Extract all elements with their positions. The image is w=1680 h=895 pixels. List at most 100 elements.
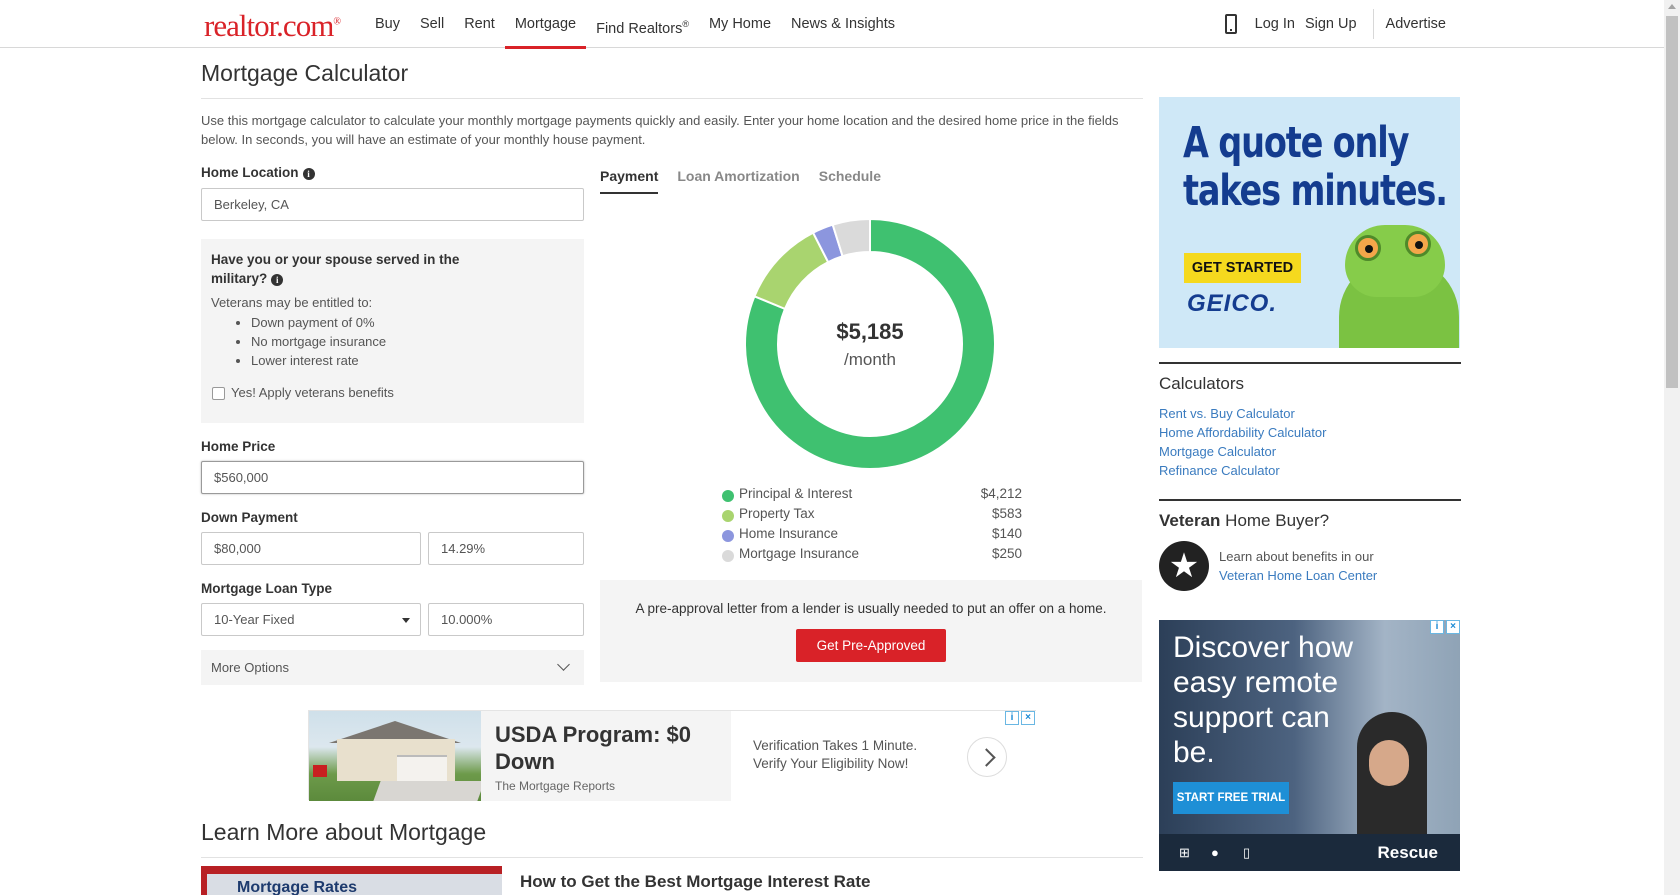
calculators-divider — [1159, 362, 1461, 364]
tab-schedule[interactable]: Schedule — [819, 168, 881, 194]
veteran-text-line: Learn about benefits in our — [1219, 549, 1374, 564]
donut-center-unit: /month — [844, 350, 896, 369]
gecko-head — [1345, 225, 1445, 297]
tab-loan-amortization[interactable]: Loan Amortization — [677, 168, 799, 194]
article-title-link[interactable]: How to Get the Best Mortgage Interest Ra… — [520, 872, 870, 892]
nav-buy[interactable]: Buy — [365, 0, 410, 48]
home-price-label: Home Price — [201, 439, 276, 454]
home-location-label: Home Location i — [201, 165, 315, 180]
star-icon: ★ — [1159, 541, 1209, 591]
legend-dot-mortgage-insurance — [722, 550, 734, 562]
geico-ad[interactable]: A quote only takes minutes. GET STARTED … — [1159, 97, 1460, 348]
nav-find-realtors[interactable]: Find Realtors® — [586, 0, 699, 48]
geico-ad-headline: A quote only takes minutes. — [1183, 119, 1448, 215]
info-icon[interactable]: i — [302, 168, 315, 180]
loan-type-label: Mortgage Loan Type — [201, 581, 333, 596]
signup-link[interactable]: Sign Up — [1305, 16, 1357, 32]
caret-down-icon — [402, 618, 410, 623]
veterans-benefits-list: Down payment of 0% No mortgage insurance… — [251, 313, 386, 370]
usda-ad-source: The Mortgage Reports — [495, 779, 616, 793]
military-panel: Have you or your spouse served in the mi… — [201, 239, 584, 423]
result-tabs: Payment Loan Amortization Schedule — [600, 168, 900, 194]
realtor-logo[interactable]: realtor.com® — [204, 8, 341, 44]
preapproval-text: A pre-approval letter from a lender is u… — [635, 601, 1107, 616]
advertise-link[interactable]: Advertise — [1386, 16, 1446, 32]
down-payment-amount-input[interactable]: $80,000 — [201, 532, 421, 565]
start-free-trial-button[interactable]: START FREE TRIAL — [1173, 782, 1289, 814]
learn-more-title: Learn More about Mortgage — [201, 819, 487, 845]
ad-close-icon[interactable]: × — [1446, 620, 1460, 634]
legend-label-mortgage-insurance: Mortgage Insurance — [739, 546, 860, 561]
scrollbar-thumb[interactable] — [1666, 16, 1678, 388]
legend-value-home-insurance: $140 — [991, 526, 1022, 541]
chevron-down-icon — [557, 658, 570, 671]
mobile-phone-icon[interactable] — [1224, 14, 1237, 34]
page-scrollbar[interactable] — [1664, 0, 1680, 895]
calculator-link-refinance[interactable]: Refinance Calculator — [1159, 461, 1326, 480]
article-thumbnail[interactable]: Mortgage Rates — [201, 866, 502, 895]
get-preapproved-button[interactable]: Get Pre-Approved — [796, 629, 946, 662]
interest-rate-input[interactable]: 10.000% — [428, 603, 584, 636]
more-options-label: More Options — [211, 660, 290, 675]
gecko-eye — [1355, 235, 1381, 261]
legend-dot-property-tax — [722, 510, 734, 522]
military-question-text: Have you or your spouse served in the mi… — [211, 252, 460, 286]
nav-sell[interactable]: Sell — [410, 0, 454, 48]
login-link[interactable]: Log In — [1255, 16, 1295, 32]
veteran-text: Learn about benefits in our Veteran Home… — [1219, 547, 1377, 585]
donut-slice-property-tax — [753, 231, 830, 311]
home-location-label-text: Home Location — [201, 165, 299, 180]
nav-find-realtors-mark: ® — [682, 19, 689, 29]
usda-ad-banner[interactable]: USDA Program: $0 Down The Mortgage Repor… — [308, 710, 1037, 801]
chart-legend: Principal & Interest $4,212 Property Tax… — [722, 486, 1022, 566]
geico-headline-line: takes minutes. — [1183, 166, 1448, 216]
home-price-input[interactable]: $560,000 — [201, 461, 584, 494]
rescue-ad-headline: Discover how easy remote support can be. — [1173, 631, 1354, 769]
legend-value-principal: $4,212 — [980, 486, 1022, 501]
veteran-loan-center-link[interactable]: Veteran Home Loan Center — [1219, 568, 1377, 583]
logo-mark: ® — [333, 16, 341, 28]
more-options-toggle[interactable]: More Options — [201, 650, 584, 685]
calculator-link-rent-vs-buy[interactable]: Rent vs. Buy Calculator — [1159, 404, 1326, 423]
nav-my-home[interactable]: My Home — [699, 0, 781, 48]
legend-label-principal: Principal & Interest — [739, 486, 853, 501]
title-divider — [201, 98, 1143, 99]
scroll-up-arrow-icon[interactable] — [1668, 4, 1676, 9]
chevron-right-icon[interactable] — [967, 737, 1007, 777]
house-garage — [397, 755, 447, 781]
ad-close-icon[interactable]: × — [1021, 711, 1035, 725]
logo-text: realtor.com — [204, 8, 334, 43]
loan-type-value: 10-Year Fixed — [214, 612, 295, 627]
down-payment-percent-input[interactable]: 14.29% — [428, 532, 584, 565]
mobile-icon: ▯ — [1243, 845, 1251, 860]
apply-veterans-label[interactable]: Yes! Apply veterans benefits — [231, 385, 394, 400]
calculator-link-mortgage[interactable]: Mortgage Calculator — [1159, 442, 1326, 461]
legend-dot-home-insurance — [722, 530, 734, 542]
rescue-ad[interactable]: Discover how easy remote support can be.… — [1159, 620, 1460, 871]
payment-donut-chart: $5,185 /month — [745, 219, 995, 469]
tab-payment[interactable]: Payment — [600, 168, 659, 194]
veteran-divider — [1159, 499, 1461, 501]
veterans-intro: Veterans may be entitled to: — [211, 295, 373, 310]
home-location-input[interactable]: Berkeley, CA — [201, 188, 584, 221]
down-payment-label: Down Payment — [201, 510, 298, 525]
info-icon[interactable]: i — [271, 274, 284, 286]
apply-veterans-checkbox[interactable] — [212, 387, 225, 400]
list-item: Lower interest rate — [251, 351, 386, 370]
geico-get-started-button[interactable]: GET STARTED — [1184, 253, 1301, 283]
ad-info-icon[interactable]: i — [1005, 711, 1019, 725]
calculator-link-affordability[interactable]: Home Affordability Calculator — [1159, 423, 1326, 442]
usda-ad-cta: Verification Takes 1 Minute. Verify Your… — [731, 711, 1037, 801]
nav-rent[interactable]: Rent — [454, 0, 505, 48]
nav-news-insights[interactable]: News & Insights — [781, 0, 905, 48]
windows-icon: ⊞ — [1179, 845, 1190, 860]
legend-label-property-tax: Property Tax — [739, 506, 815, 521]
usda-ad-text: USDA Program: $0 Down The Mortgage Repor… — [481, 711, 731, 801]
list-item: Down payment of 0% — [251, 313, 386, 332]
legend-row-home-insurance: Home Insurance $140 — [722, 526, 1022, 546]
legend-row-property-tax: Property Tax $583 — [722, 506, 1022, 526]
ad-info-icon[interactable]: i — [1430, 620, 1444, 634]
nav-mortgage[interactable]: Mortgage — [504, 0, 587, 49]
list-item: No mortgage insurance — [251, 332, 386, 351]
loan-type-select[interactable]: 10-Year Fixed — [201, 603, 421, 636]
